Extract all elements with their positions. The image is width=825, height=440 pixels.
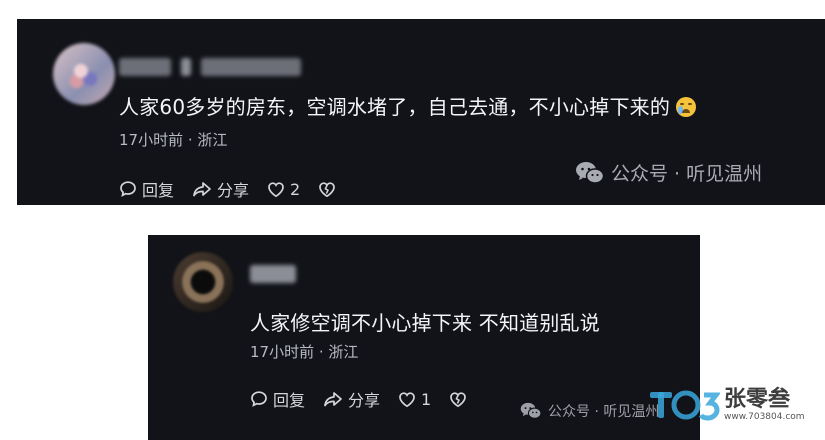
comment-card: 人家60多岁的房东，空调水堵了，自己去通，不小心掉下来的 17小时前 · 浙江 … — [17, 19, 825, 205]
comment-text: 人家修空调不小心掉下来 不知道别乱说 — [250, 311, 600, 335]
avatar[interactable] — [173, 252, 233, 312]
site-logo-url: www.703804.com — [724, 412, 805, 422]
broken-heart-icon — [450, 391, 467, 407]
heart-icon — [268, 181, 284, 197]
crying-face-emoji-icon — [676, 97, 697, 117]
reply-button[interactable]: 回复 — [250, 387, 305, 411]
like-count: 1 — [421, 389, 432, 409]
site-logo: 张零叁 www.703804.com — [650, 386, 805, 424]
site-logo-mark-icon — [650, 390, 720, 421]
comment-text-content: 人家60多岁的房东，空调水堵了，自己去通，不小心掉下来的 — [119, 95, 671, 119]
watermark-text: 公众号 · 听见温州 — [611, 163, 763, 185]
wechat-icon — [576, 161, 605, 184]
blurred-username — [250, 265, 296, 283]
comment-actions: 回复 分享 2 — [119, 177, 359, 201]
share-label: 分享 — [217, 181, 250, 200]
comment-meta: 17小时前 · 浙江 — [250, 343, 359, 361]
comment-meta: 17小时前 · 浙江 — [119, 131, 228, 149]
dislike-button[interactable] — [449, 391, 472, 408]
share-button[interactable]: 分享 — [192, 177, 249, 201]
comment-card: 人家修空调不小心掉下来 不知道别乱说 17小时前 · 浙江 回复 分享 1 公众… — [148, 235, 700, 440]
blurred-username — [119, 58, 171, 76]
site-logo-name: 张零叁 — [724, 387, 791, 412]
reply-label: 回复 — [273, 391, 306, 410]
share-button[interactable]: 分享 — [323, 387, 380, 411]
broken-heart-icon — [319, 181, 336, 197]
like-button[interactable]: 2 — [267, 180, 300, 199]
comment-actions: 回复 分享 1 — [250, 387, 490, 411]
reply-button[interactable]: 回复 — [119, 177, 174, 201]
wechat-icon — [520, 402, 542, 419]
avatar[interactable] — [53, 43, 115, 105]
like-button[interactable]: 1 — [398, 390, 431, 409]
speech-bubble-icon — [251, 391, 267, 407]
share-label: 分享 — [348, 391, 381, 410]
wechat-watermark: 公众号 · 听见温州 — [575, 159, 762, 186]
dislike-button[interactable] — [318, 181, 341, 198]
comment-text: 人家60多岁的房东，空调水堵了，自己去通，不小心掉下来的 — [119, 91, 697, 120]
heart-icon — [399, 391, 415, 407]
like-count: 2 — [290, 179, 301, 199]
site-logo-text: 张零叁 www.703804.com — [724, 387, 805, 423]
share-arrow-icon — [193, 182, 211, 197]
wechat-watermark: 公众号 · 听见温州 — [520, 401, 659, 421]
watermark-text: 公众号 · 听见温州 — [548, 404, 660, 420]
share-arrow-icon — [324, 392, 342, 407]
speech-bubble-icon — [120, 181, 136, 197]
reply-label: 回复 — [142, 181, 175, 200]
blurred-username-separator — [181, 58, 191, 76]
blurred-user-tag — [201, 58, 301, 76]
